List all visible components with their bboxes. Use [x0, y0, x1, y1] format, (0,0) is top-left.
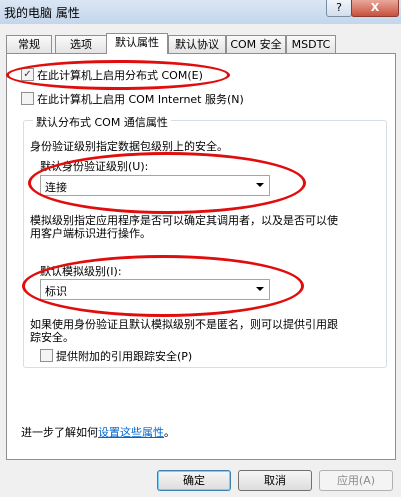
enable-com-internet-checkbox[interactable] [21, 92, 34, 105]
reference-tracking-label[interactable]: 提供附加的引用跟踪安全(P) [56, 348, 192, 364]
impersonation-level-value: 标识 [45, 285, 67, 298]
ok-button[interactable]: 确定 [157, 470, 231, 491]
tab-general[interactable]: 常规 [6, 35, 52, 53]
chevron-down-icon [256, 183, 264, 187]
cancel-button[interactable]: 取消 [238, 470, 312, 491]
impersonation-description-line2: 用客户端标识进行操作。 [30, 227, 151, 240]
group-title: 默认分布式 COM 通信属性 [33, 114, 171, 130]
tab-default-protocols[interactable]: 默认协议 [168, 35, 226, 53]
help-icon: ? [336, 1, 342, 14]
reference-tracking-description-line2: 踪安全。 [30, 331, 74, 344]
reference-tracking-description-line1: 如果使用身份验证且默认模拟级别不是匿名，则可以提供引用跟 [30, 318, 338, 331]
impersonation-level-label: 默认模拟级别(I): [40, 265, 122, 278]
enable-dcom-label[interactable]: 在此计算机上启用分布式 COM(E) [37, 67, 203, 83]
close-icon: X [370, 1, 380, 14]
auth-level-label: 默认身份验证级别(U): [40, 160, 149, 173]
learn-more-suffix: 。 [164, 426, 175, 439]
learn-more-link[interactable]: 设置这些属性 [98, 426, 164, 439]
impersonation-level-select[interactable]: 标识 [40, 279, 270, 300]
auth-level-select[interactable]: 连接 [40, 175, 270, 196]
chevron-down-icon [256, 287, 264, 291]
title-bar: 我的电脑 属性 ? X [0, 0, 401, 24]
enable-com-internet-label[interactable]: 在此计算机上启用 COM Internet 服务(N) [37, 91, 244, 107]
learn-more-prefix: 进一步了解如何 [21, 426, 98, 439]
tab-options[interactable]: 选项 [55, 35, 107, 53]
close-button[interactable]: X [351, 0, 399, 17]
auth-description: 身份验证级别指定数据包级别上的安全。 [30, 140, 228, 153]
tab-default-properties[interactable]: 默认属性 [106, 33, 168, 54]
window-title: 我的电脑 属性 [4, 6, 80, 20]
check-icon: ✓ [23, 69, 32, 80]
tab-com-security[interactable]: COM 安全 [226, 35, 286, 53]
auth-level-value: 连接 [45, 181, 67, 194]
apply-button[interactable]: 应用(A) [319, 470, 393, 491]
tab-msdtc[interactable]: MSDTC [286, 35, 336, 53]
learn-more: 进一步了解如何设置这些属性。 [21, 424, 175, 440]
enable-dcom-checkbox[interactable]: ✓ [21, 68, 34, 81]
reference-tracking-checkbox[interactable] [40, 349, 53, 362]
help-button[interactable]: ? [326, 0, 352, 17]
